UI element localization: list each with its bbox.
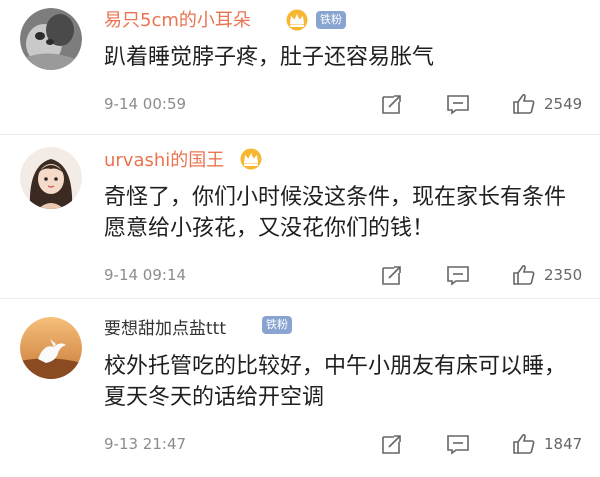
comment-time: 9-13 21:47 xyxy=(104,435,187,453)
cat-avatar-icon xyxy=(20,8,82,70)
user-badges: 铁粉 xyxy=(284,9,346,31)
reply-button[interactable] xyxy=(444,430,472,458)
username[interactable]: urvashi的国王 xyxy=(104,146,224,172)
repost-button[interactable] xyxy=(378,430,406,458)
comment-time: 9-14 00:59 xyxy=(104,95,187,113)
comment-time: 9-14 09:14 xyxy=(104,266,187,284)
username[interactable]: 易只5cm的小耳朵 xyxy=(104,6,251,32)
comment-actions: 2549 xyxy=(378,90,584,118)
vip-crown-icon[interactable] xyxy=(238,148,264,170)
like-button[interactable] xyxy=(510,90,538,118)
reply-button[interactable] xyxy=(444,90,472,118)
repost-icon xyxy=(382,435,401,454)
comment-text: 趴着睡觉脖子疼，肚子还容易胀气 xyxy=(104,45,435,70)
thumbs-up-icon xyxy=(513,433,535,454)
iron-fan-badge[interactable]: 铁粉 xyxy=(262,316,292,334)
comment-text: 奇怪了，你们小时候没这条件，现在家长有条件愿意给小孩花，又没花你们的钱！ xyxy=(104,185,567,241)
comment-icon xyxy=(447,435,469,455)
like-button[interactable] xyxy=(510,261,538,289)
repost-button[interactable] xyxy=(378,90,406,118)
avatar[interactable] xyxy=(20,317,82,379)
avatar[interactable] xyxy=(20,8,82,70)
comment-icon xyxy=(447,266,469,286)
comment-actions: 1847 xyxy=(378,430,584,458)
avatar[interactable] xyxy=(20,147,82,209)
vip-crown-icon[interactable] xyxy=(284,9,310,31)
cartoon-girl-avatar-icon xyxy=(20,147,82,209)
comment-actions: 2350 xyxy=(378,261,584,289)
like-count: 2549 xyxy=(544,95,583,113)
like-button[interactable] xyxy=(510,430,538,458)
thumbs-up-icon xyxy=(513,93,535,114)
like-count: 1847 xyxy=(544,435,583,453)
comment-item: 易只5cm的小耳朵 铁粉 趴着睡觉脖子疼，肚子还容易胀气 9-14 00:59 xyxy=(0,0,600,134)
reply-button[interactable] xyxy=(444,261,472,289)
comment-text: 校外托管吃的比较好，中午小朋友有床可以睡，夏天冬天的话给开空调 xyxy=(104,354,567,410)
comment-icon xyxy=(447,95,469,115)
repost-button[interactable] xyxy=(378,261,406,289)
repost-icon xyxy=(382,266,401,285)
thumbs-up-icon xyxy=(513,264,535,285)
repost-icon xyxy=(382,95,401,114)
sunset-bird-avatar-icon xyxy=(20,317,82,379)
like-count: 2350 xyxy=(544,266,583,284)
user-badges xyxy=(238,148,264,170)
username[interactable]: 要想甜加点盐ttt xyxy=(104,314,226,339)
comment-item: urvashi的国王 奇怪了，你们小时候没这条件，现在家长有条件愿意给小孩花，又… xyxy=(0,134,600,299)
iron-fan-badge[interactable]: 铁粉 xyxy=(316,11,346,29)
comment-item: 要想甜加点盐ttt 铁粉 校外托管吃的比较好，中午小朋友有床可以睡，夏天冬天的话… xyxy=(0,298,600,477)
user-badges: 铁粉 xyxy=(262,316,292,334)
